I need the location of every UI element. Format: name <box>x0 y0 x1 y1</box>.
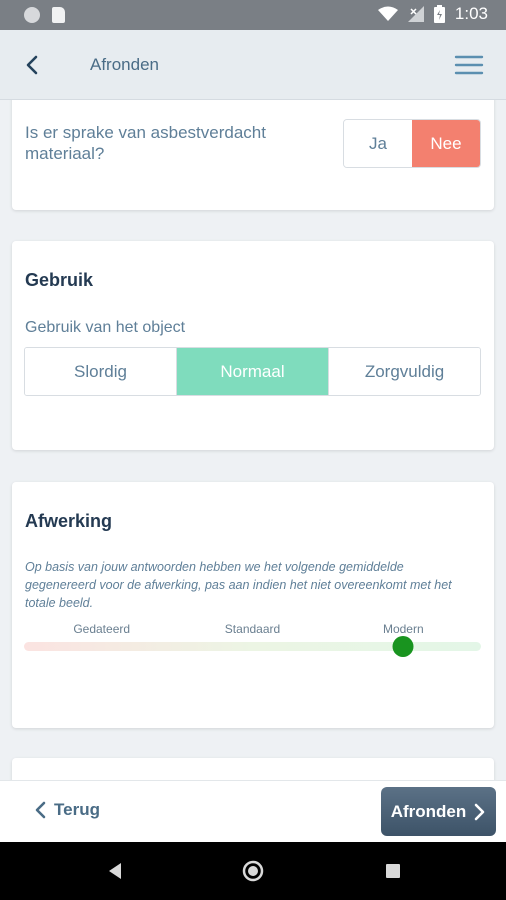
chevron-right-icon <box>474 803 485 820</box>
gebruik-option-slordig[interactable]: Slordig <box>25 348 177 395</box>
app-bar: Afronden <box>0 30 506 100</box>
gebruik-label: Gebruik van het object <box>25 319 186 336</box>
wifi-icon <box>377 6 398 21</box>
battery-icon <box>433 5 445 23</box>
terug-label: Terug <box>54 800 100 819</box>
menu-button[interactable] <box>454 52 484 78</box>
afwerking-title: Afwerking <box>25 511 113 531</box>
asbest-option-nee[interactable]: Nee <box>412 120 480 167</box>
gebruik-card: Gebruik Gebruik van het object Slordig N… <box>12 241 494 450</box>
system-nav-bar <box>0 842 506 900</box>
scale-label-modern: Modern <box>382 622 424 636</box>
gebruik-segmented-control: Slordig Normaal Zorgvuldig <box>24 347 481 396</box>
gebruik-option-normaal[interactable]: Normaal <box>177 348 329 395</box>
scale-label-standaard: Standaard <box>224 622 281 636</box>
clock: 1:03 <box>454 4 488 23</box>
gebruik-title: Gebruik <box>25 270 94 290</box>
hamburger-icon <box>454 55 484 75</box>
asbest-option-ja[interactable]: Ja <box>344 120 412 167</box>
asbest-toggle: Ja Nee <box>343 119 481 168</box>
nav-home-icon[interactable] <box>241 859 265 883</box>
chevron-left-icon <box>35 801 46 819</box>
afronden-button[interactable]: Afronden <box>381 787 496 836</box>
next-card <box>12 758 494 780</box>
notification-icon <box>24 7 40 23</box>
asbest-card: Is er sprake van asbestverdacht materiaa… <box>12 100 494 210</box>
terug-button[interactable]: Terug <box>34 800 100 820</box>
afronden-label: Afronden <box>390 801 467 821</box>
status-bar: 1:03 <box>0 0 506 30</box>
nav-back-icon[interactable] <box>103 859 127 883</box>
afwerking-card: Afwerking Op basis van jouw antwoorden h… <box>12 482 494 728</box>
page-title: Afronden <box>90 55 159 74</box>
content-scroll[interactable]: Is er sprake van asbestverdacht materiaa… <box>0 100 506 780</box>
chevron-left-icon <box>26 55 38 75</box>
back-button[interactable] <box>18 50 48 80</box>
scale-label-gedateerd: Gedateerd <box>73 622 131 636</box>
slider-thumb[interactable] <box>392 636 414 657</box>
gebruik-option-zorgvuldig[interactable]: Zorgvuldig <box>329 348 480 395</box>
sd-card-icon <box>52 7 65 23</box>
afwerking-scale-labels: Gedateerd Standaard Modern <box>24 622 481 638</box>
asbest-question: Is er sprake van asbestverdacht materiaa… <box>25 123 266 163</box>
afwerking-description: Op basis van jouw antwoorden hebben we h… <box>25 560 452 610</box>
nav-recents-icon[interactable] <box>381 859 405 883</box>
bottom-action-bar: Terug Afronden <box>0 780 506 842</box>
signal-icon <box>407 6 424 22</box>
afwerking-slider[interactable] <box>24 636 481 657</box>
